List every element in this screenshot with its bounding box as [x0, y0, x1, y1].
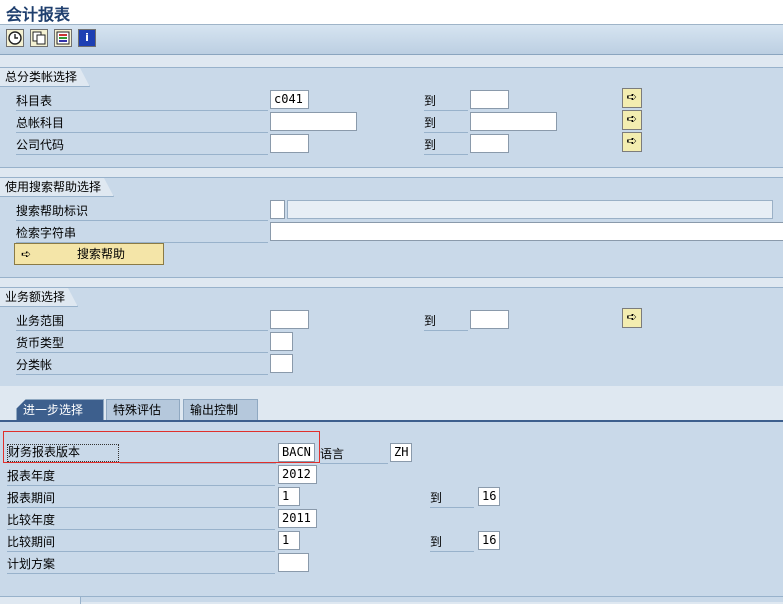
to-label: 到: [424, 92, 468, 111]
search-string-input[interactable]: [270, 222, 783, 241]
ledger-label: 分类帐: [16, 356, 268, 375]
language-label: 语言: [320, 445, 388, 464]
to-label: 到: [424, 312, 468, 331]
multiple-selection-arrow-icon[interactable]: ➪: [622, 308, 642, 328]
to-label: 到: [424, 114, 468, 133]
reporting-year-input[interactable]: 2012: [278, 465, 317, 484]
business-area-input[interactable]: [270, 310, 309, 329]
reporting-periods-label: 报表期间: [7, 489, 275, 508]
ledger-input[interactable]: [270, 354, 293, 373]
info-icon[interactable]: i: [78, 29, 96, 47]
transaction-figures-selection-group: 业务额选择 业务范围 到 ➪ 货币类型 分类帐: [0, 287, 783, 388]
dynamic-select-icon[interactable]: [54, 29, 72, 47]
to-label: 到: [430, 489, 474, 508]
language-input[interactable]: ZH: [390, 443, 412, 462]
variant-icon[interactable]: [30, 29, 48, 47]
comparison-period-from-input[interactable]: 1: [278, 531, 300, 550]
next-group-border: [0, 596, 783, 597]
chart-of-accounts-input[interactable]: c041: [270, 90, 309, 109]
application-toolbar: i: [0, 25, 783, 55]
business-area-label: 业务范围: [16, 312, 268, 331]
arrow-icon: ➪: [21, 247, 32, 261]
comparison-period-to-input[interactable]: 16: [478, 531, 500, 550]
gl-account-to-input[interactable]: [470, 112, 557, 131]
further-selections-panel: 财务报表版本 BACN 语言 ZH 报表年度 2012 报表期间 1 到 16 …: [0, 420, 783, 604]
chart-of-accounts-label: 科目表: [16, 92, 268, 111]
group-title: 业务额选择: [0, 288, 78, 307]
to-label: 到: [430, 533, 474, 552]
search-help-button[interactable]: ➪ 搜索帮助: [14, 243, 164, 265]
gl-account-selection-group: 总分类帐选择 科目表 c041 到 ➪ 总帐科目 到 ➪ 公司代码 到 ➪: [0, 67, 783, 168]
tab-special-evaluations[interactable]: 特殊评估: [106, 399, 180, 420]
plan-version-input[interactable]: [278, 553, 309, 572]
title-bar: 会计报表: [0, 0, 783, 25]
to-label: 到: [424, 136, 468, 155]
tab-further-selections[interactable]: 进一步选择: [16, 399, 104, 420]
multiple-selection-arrow-icon[interactable]: ➪: [622, 88, 642, 108]
business-area-to-input[interactable]: [470, 310, 509, 329]
company-code-to-input[interactable]: [470, 134, 509, 153]
search-help-selection-group: 使用搜索帮助选择 搜索帮助标识 检索字符串 ➪ 搜索帮助: [0, 177, 783, 278]
gl-account-label: 总帐科目: [16, 114, 268, 133]
reporting-period-from-input[interactable]: 1: [278, 487, 300, 506]
next-group-tab-edge: [0, 597, 81, 604]
search-help-id-input[interactable]: [270, 200, 285, 219]
group-title: 总分类帐选择: [0, 68, 90, 87]
search-help-button-label: 搜索帮助: [77, 247, 126, 261]
currency-type-input[interactable]: [270, 332, 293, 351]
company-code-input[interactable]: [270, 134, 309, 153]
fs-version-label: 财务报表版本: [7, 444, 119, 462]
fs-version-input[interactable]: BACN: [278, 443, 315, 462]
comparison-year-input[interactable]: 2011: [278, 509, 317, 528]
currency-type-label: 货币类型: [16, 334, 268, 353]
reporting-year-label: 报表年度: [7, 467, 275, 486]
page-title: 会计报表: [6, 5, 71, 24]
plan-version-label: 计划方案: [7, 555, 275, 574]
company-code-label: 公司代码: [16, 136, 268, 155]
fs-version-label-underline: [120, 445, 276, 464]
group-title: 使用搜索帮助选择: [0, 178, 114, 197]
comparison-year-label: 比较年度: [7, 511, 275, 530]
reporting-period-to-input[interactable]: 16: [478, 487, 500, 506]
tab-output-control[interactable]: 输出控制: [183, 399, 258, 420]
gl-account-input[interactable]: [270, 112, 357, 131]
search-help-id-label: 搜索帮助标识: [16, 202, 268, 221]
multiple-selection-arrow-icon[interactable]: ➪: [622, 110, 642, 130]
comparison-periods-label: 比较期间: [7, 533, 275, 552]
search-string-label: 检索字符串: [16, 224, 268, 243]
chart-of-accounts-to-input[interactable]: [470, 90, 509, 109]
search-help-description-field: [287, 200, 773, 219]
multiple-selection-arrow-icon[interactable]: ➪: [622, 132, 642, 152]
execute-icon[interactable]: [6, 29, 24, 47]
